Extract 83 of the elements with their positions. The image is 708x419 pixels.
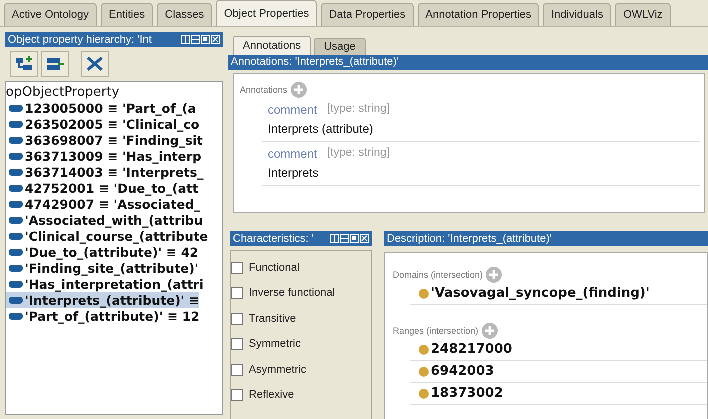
property-icon <box>9 200 23 208</box>
tree-item[interactable]: 'Due_to_(attribute)' ≡ 42 <box>6 244 199 260</box>
tree-item[interactable]: 42752001 ≡ 'Due_to_(att <box>6 180 198 196</box>
annotation-value: Interprets <box>268 166 320 180</box>
tree-item[interactable]: 'Has_interpretation_(attri <box>6 276 204 292</box>
tree-item[interactable]: 47429007 ≡ 'Associated_ <box>6 196 201 212</box>
property-icon <box>9 152 23 160</box>
annotation-type: [type: string] <box>327 146 390 161</box>
add-sub-property-icon <box>15 56 33 72</box>
panel-controls-icon <box>330 234 369 243</box>
panel-controls-icon <box>181 35 220 44</box>
class-icon <box>419 388 429 398</box>
class-item[interactable]: 248217000 <box>410 339 707 361</box>
tree-item[interactable]: 363714003 ≡ 'Interprets_ <box>6 164 204 180</box>
annotation-property[interactable]: comment <box>268 102 318 117</box>
property-icon <box>9 248 23 256</box>
checkbox-label: Symmetric <box>249 338 301 350</box>
add-icon <box>486 267 502 283</box>
tree-item[interactable]: 'Associated_with_(attribu <box>6 212 204 228</box>
section-label: Domains (intersection) <box>393 270 484 280</box>
panel-title: Description: 'Interprets_(attribute)' <box>387 232 553 244</box>
tree-item[interactable]: 'Part_of_(attribute)' ≡ 12 <box>6 308 200 324</box>
property-icon <box>9 136 23 144</box>
class-item[interactable]: 'Vasovagal_syncope_(finding)' <box>410 283 707 305</box>
checkbox[interactable] <box>231 338 243 350</box>
checkbox-label: Asymmetric <box>249 364 306 376</box>
checkbox[interactable] <box>231 364 243 376</box>
checkbox[interactable] <box>231 262 243 274</box>
tree-item[interactable]: 363698007 ≡ 'Finding_sit <box>6 132 204 148</box>
tab[interactable]: Entities <box>101 3 154 26</box>
property-icon <box>9 216 23 224</box>
property-icon <box>9 264 23 272</box>
tab[interactable]: Individuals <box>543 3 612 26</box>
add-sibling-property-icon <box>46 56 64 72</box>
checkbox-label: Inverse functional <box>249 287 336 300</box>
tree-item[interactable]: 'Finding_site_(attribute)' <box>6 260 199 276</box>
tree-item[interactable]: 'Clinical_course_(attribute <box>6 228 208 244</box>
class-item[interactable]: 6942003 <box>410 361 707 383</box>
tree-item[interactable]: opObjectProperty <box>6 84 120 100</box>
panel-title: Object property hierarchy: 'Int <box>8 34 153 46</box>
checkbox-label: Reflexive <box>249 389 294 402</box>
tree-item[interactable]: 263502005 ≡ 'Clinical_co <box>6 116 200 132</box>
add-icon <box>290 82 307 98</box>
tree-item[interactable]: 'Interprets_(attribute)' ≡ <box>6 292 200 308</box>
delete-icon <box>86 56 104 72</box>
property-icon <box>9 168 23 176</box>
property-icon <box>9 104 23 112</box>
checkbox[interactable] <box>231 287 243 300</box>
tree-item[interactable]: 363713009 ≡ 'Has_interp <box>6 148 202 164</box>
annotation-type: [type: string] <box>327 102 390 117</box>
checkbox[interactable] <box>231 389 243 402</box>
tab[interactable]: Annotation Properties <box>418 3 540 26</box>
add-sibling-property-button[interactable] <box>41 51 69 77</box>
tab[interactable]: OWLViz <box>615 3 671 26</box>
delete-button[interactable] <box>81 51 109 77</box>
checkbox-label: Transitive <box>249 312 296 325</box>
add-sub-property-button[interactable] <box>10 51 38 77</box>
property-icon <box>9 232 23 240</box>
class-icon <box>419 366 429 376</box>
tab[interactable]: Data Properties <box>321 3 414 26</box>
tab[interactable]: Annotations <box>233 36 312 55</box>
tab[interactable]: Object Properties <box>216 0 318 26</box>
property-icon <box>9 312 23 320</box>
class-item[interactable]: 18373002 <box>410 383 707 405</box>
annotation-value: Interprets (attribute) <box>268 122 374 136</box>
property-icon <box>9 184 23 192</box>
checkbox-label: Functional <box>249 262 300 274</box>
section-label: Annotations <box>240 84 288 95</box>
tab[interactable]: Usage <box>314 38 366 55</box>
tab[interactable]: Active Ontology <box>4 3 98 26</box>
property-icon <box>9 296 23 304</box>
tree-item[interactable]: 123005000 ≡ 'Part_of_(a <box>6 100 196 116</box>
checkbox[interactable] <box>231 312 243 325</box>
property-icon <box>9 120 23 128</box>
add-icon <box>482 323 498 339</box>
panel-title: Characteristics: ' <box>233 232 315 244</box>
tab[interactable]: Classes <box>157 3 212 26</box>
annotation-property[interactable]: comment <box>268 146 318 161</box>
class-icon <box>419 288 429 298</box>
section-label: Ranges (intersection) <box>393 326 479 336</box>
panel-title: Annotations: 'Interprets_(attribute)' <box>231 56 400 68</box>
class-icon <box>419 344 429 354</box>
property-icon <box>9 280 23 288</box>
